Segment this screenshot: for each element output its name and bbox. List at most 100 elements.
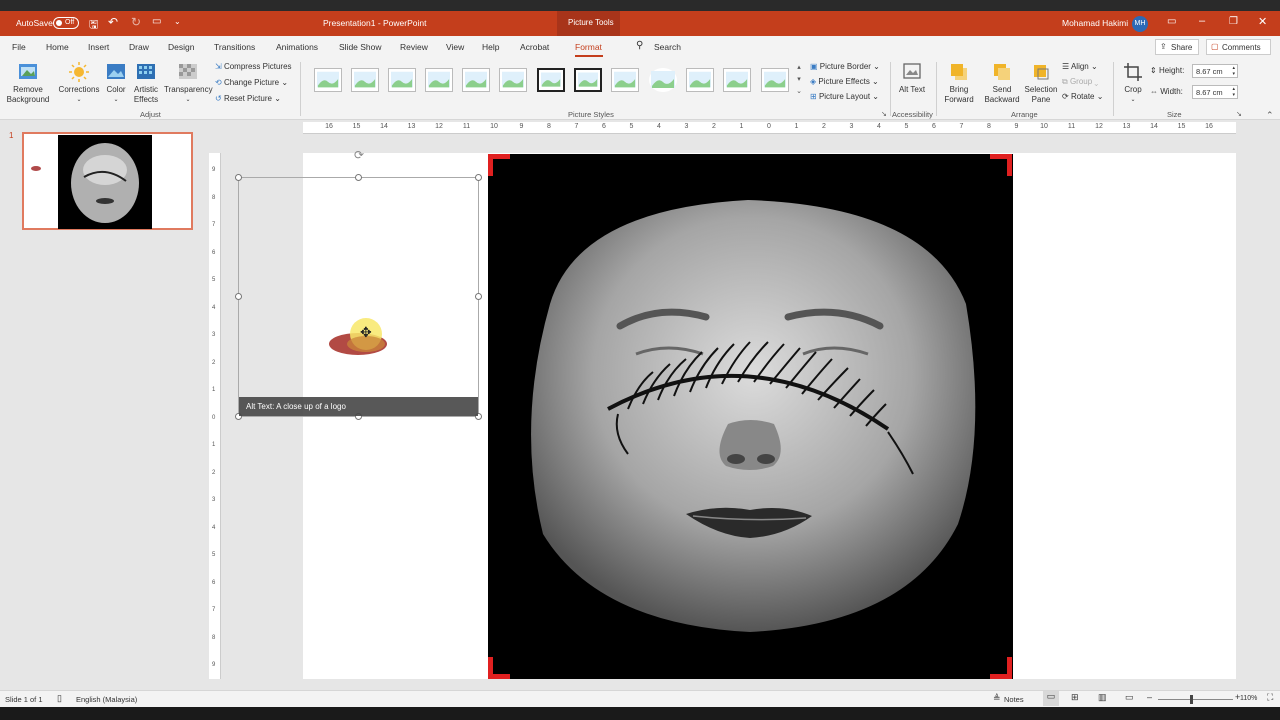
- tab-draw[interactable]: Draw: [129, 42, 149, 52]
- resize-handle-mr[interactable]: [475, 293, 482, 300]
- tab-design[interactable]: Design: [168, 42, 194, 52]
- picture-style-option[interactable]: [723, 68, 751, 92]
- gallery-scroll[interactable]: ▴ ▾ ⌄: [794, 62, 804, 100]
- crop-handle-top-right[interactable]: [990, 154, 1012, 176]
- picture-border-button[interactable]: ▣ Picture Border ⌄: [810, 62, 880, 71]
- slide-thumbnail[interactable]: [22, 132, 193, 230]
- resize-handle-ml[interactable]: [235, 293, 242, 300]
- zoom-out-icon[interactable]: –: [1147, 692, 1152, 702]
- slide-sorter-icon[interactable]: ⊞: [1071, 692, 1079, 703]
- restore-icon[interactable]: ❐: [1229, 16, 1238, 27]
- crop-handle-top-left[interactable]: [488, 154, 510, 176]
- tab-view[interactable]: View: [446, 42, 464, 52]
- picture-effects-button[interactable]: ◈ Picture Effects ⌄: [810, 77, 879, 86]
- artistic-effects-button[interactable]: Artistic Effects: [131, 62, 161, 105]
- fit-slide-icon[interactable]: ⛶: [1267, 692, 1273, 703]
- picture-style-option[interactable]: [462, 68, 490, 92]
- zoom-slider-thumb[interactable]: [1190, 695, 1193, 704]
- width-spin[interactable]: ▴ ▾: [1232, 86, 1235, 98]
- search-icon[interactable]: ⚲: [636, 40, 643, 51]
- slideshow-view-icon[interactable]: ▭: [1125, 692, 1134, 703]
- tab-insert[interactable]: Insert: [88, 42, 109, 52]
- tab-help[interactable]: Help: [482, 42, 499, 52]
- tab-file[interactable]: File: [12, 42, 26, 52]
- undo-icon[interactable]: ↶: [108, 15, 118, 29]
- ruler-tick-label: 3: [684, 123, 689, 130]
- search-box[interactable]: Search: [654, 42, 681, 52]
- change-picture-button[interactable]: ⟲ Change Picture ⌄: [215, 78, 288, 87]
- width-input[interactable]: 8.67 cm ▴ ▾: [1192, 85, 1238, 99]
- tab-transitions[interactable]: Transitions: [214, 42, 255, 52]
- picture-style-option[interactable]: [611, 68, 639, 92]
- picture-style-option[interactable]: [686, 68, 714, 92]
- autosave-toggle[interactable]: Off: [53, 17, 79, 29]
- tab-home[interactable]: Home: [46, 42, 69, 52]
- comments-button[interactable]: ▢ Comments: [1206, 39, 1271, 55]
- tab-review[interactable]: Review: [400, 42, 428, 52]
- alt-text-button[interactable]: Alt Text: [898, 62, 926, 95]
- align-button[interactable]: ☰ Align ⌄: [1062, 62, 1098, 71]
- picture-style-option[interactable]: [537, 68, 565, 92]
- corrections-icon: [69, 62, 89, 82]
- rotate-handle[interactable]: ⟳: [352, 148, 366, 162]
- picture-style-option[interactable]: [388, 68, 416, 92]
- selection-pane-button[interactable]: Selection Pane: [1024, 62, 1058, 105]
- resize-handle-tm[interactable]: [355, 174, 362, 181]
- picture-style-option[interactable]: [761, 68, 789, 92]
- crop-handle-bottom-right[interactable]: [990, 657, 1012, 679]
- logo-shape[interactable]: [326, 316, 392, 360]
- zoom-slider[interactable]: [1158, 695, 1233, 704]
- spellcheck-icon[interactable]: ▯: [57, 693, 62, 704]
- resize-handle-tl[interactable]: [235, 174, 242, 181]
- language-indicator[interactable]: English (Malaysia): [76, 695, 137, 704]
- crop-button[interactable]: Crop ⌄: [1120, 62, 1146, 105]
- group-button[interactable]: ⧉ Group ⌄: [1062, 77, 1098, 87]
- compress-pictures-button[interactable]: ⇲ Compress Pictures: [215, 62, 292, 71]
- notes-icon[interactable]: ≜: [993, 693, 1001, 704]
- face-image[interactable]: [488, 154, 1013, 679]
- picture-style-option[interactable]: [499, 68, 527, 92]
- close-icon[interactable]: ✕: [1258, 15, 1267, 28]
- size-dialog-launcher-icon[interactable]: ↘: [1236, 110, 1242, 118]
- crop-handle-bottom-left[interactable]: [488, 657, 510, 679]
- selected-picture-frame[interactable]: [238, 177, 479, 417]
- notes-button[interactable]: Notes: [1004, 695, 1024, 704]
- bring-forward-button[interactable]: Bring Forward: [940, 62, 978, 105]
- save-icon[interactable]: 🖫: [89, 16, 98, 35]
- tab-animations[interactable]: Animations: [276, 42, 318, 52]
- reading-view-icon[interactable]: ▥: [1098, 692, 1107, 703]
- ribbon-display-icon[interactable]: ▭: [1167, 16, 1176, 27]
- zoom-level[interactable]: 110%: [1240, 695, 1257, 702]
- remove-background-button[interactable]: Remove Background: [6, 62, 50, 105]
- transparency-button[interactable]: Transparency ⌄: [164, 62, 213, 105]
- picture-style-option[interactable]: [649, 68, 677, 92]
- user-avatar[interactable]: MH: [1132, 16, 1148, 32]
- resize-handle-tr[interactable]: [475, 174, 482, 181]
- picture-style-option[interactable]: [351, 68, 379, 92]
- picture-style-option[interactable]: [314, 68, 342, 92]
- height-spin[interactable]: ▴ ▾: [1232, 65, 1235, 77]
- picture-layout-button[interactable]: ⊞ Picture Layout ⌄: [810, 92, 879, 101]
- send-backward-button[interactable]: Send Backward: [981, 62, 1023, 105]
- normal-view-icon[interactable]: ▭: [1043, 691, 1059, 706]
- height-input[interactable]: 8.67 cm ▴ ▾: [1192, 64, 1238, 78]
- dialog-launcher-icon[interactable]: ↘: [881, 110, 887, 118]
- customize-qat-icon[interactable]: ⌄: [174, 17, 181, 26]
- corrections-button[interactable]: Corrections ⌄: [58, 62, 100, 105]
- ruler-tick-label: 11: [1067, 123, 1076, 130]
- tab-slide-show[interactable]: Slide Show: [339, 42, 382, 52]
- present-icon[interactable]: ▭: [152, 16, 161, 27]
- redo-icon[interactable]: ↻: [131, 15, 141, 29]
- minimize-icon[interactable]: –: [1199, 15, 1205, 27]
- picture-style-option[interactable]: [425, 68, 453, 92]
- picture-style-option[interactable]: [574, 68, 602, 92]
- share-button[interactable]: ⇪ Share: [1155, 39, 1199, 55]
- reset-picture-button[interactable]: ↺ Reset Picture ⌄: [215, 94, 281, 103]
- rotate-button[interactable]: ⟳ Rotate ⌄: [1062, 92, 1103, 101]
- arrange-group-label: Arrange: [1011, 110, 1038, 119]
- tab-format[interactable]: Format: [575, 42, 602, 52]
- tab-acrobat[interactable]: Acrobat: [520, 42, 549, 52]
- collapse-ribbon-icon[interactable]: ⌃: [1266, 110, 1274, 121]
- color-button[interactable]: Color ⌄: [103, 62, 129, 105]
- height-label: ⇕ Height:: [1150, 66, 1185, 75]
